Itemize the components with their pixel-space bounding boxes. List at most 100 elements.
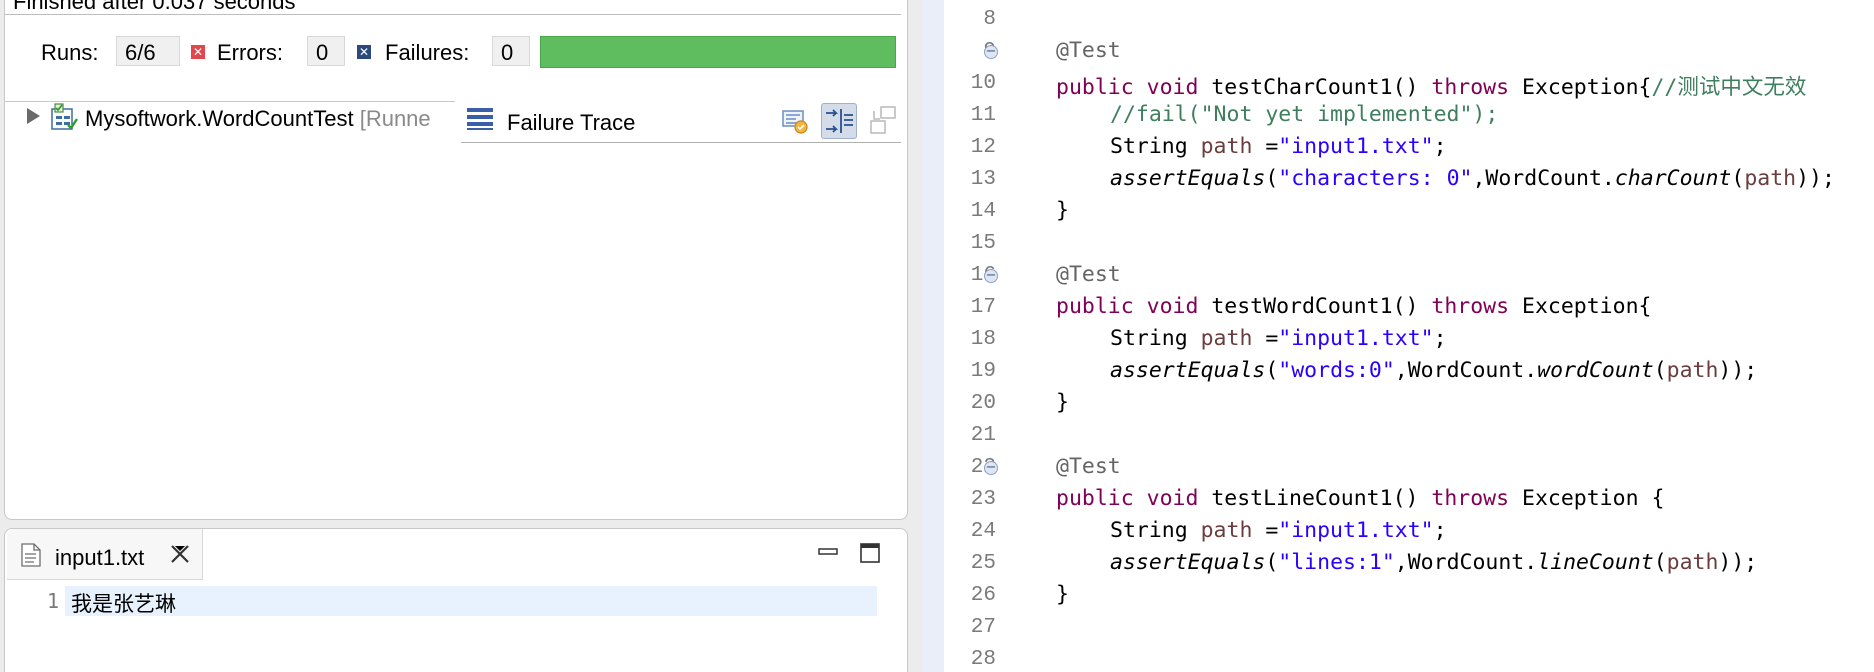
tree-item-label: Mysoftwork.WordCountTest [Runne bbox=[85, 106, 431, 132]
comment: //fail("Not yet implemented"); bbox=[1110, 102, 1499, 127]
errors-value: 0 bbox=[307, 36, 345, 66]
method-call: assertEquals bbox=[1110, 166, 1266, 191]
filter-stack-trace-button[interactable] bbox=[821, 103, 857, 139]
line-number: 24 bbox=[970, 520, 996, 543]
code-text: Exception{ bbox=[1509, 294, 1652, 319]
code-text: ; bbox=[1433, 134, 1447, 159]
line-number: 11 bbox=[970, 104, 996, 127]
method-call: wordCount bbox=[1537, 358, 1654, 383]
text-content[interactable]: 我是张艺琳 bbox=[71, 588, 176, 618]
variable: path bbox=[1666, 358, 1719, 383]
code-line: public void testLineCount1() throws Exce… bbox=[1056, 486, 1664, 516]
java-editor[interactable]: 8 9 10 11 12 13 14 15 16 17 18 19 20 21 … bbox=[922, 0, 1874, 672]
keyword: public bbox=[1056, 75, 1134, 100]
code-line: } bbox=[1056, 198, 1069, 228]
fold-collapse-icon[interactable]: − bbox=[984, 269, 998, 283]
compare-button[interactable] bbox=[777, 103, 813, 139]
divider bbox=[5, 14, 901, 15]
code-line: @Test bbox=[1056, 262, 1121, 292]
fold-collapse-icon[interactable]: − bbox=[984, 461, 998, 475]
keyword: void bbox=[1146, 486, 1199, 511]
line-number: 27 bbox=[970, 616, 996, 639]
line-number: 12 bbox=[970, 136, 996, 159]
junit-view: Finished after 0.037 seconds Runs: 6/6 ✕… bbox=[4, 0, 908, 520]
keyword: throws bbox=[1431, 75, 1510, 100]
stack-list-icon bbox=[467, 108, 493, 130]
runs-value: 6/6 bbox=[116, 36, 180, 66]
variable: path bbox=[1200, 134, 1253, 159]
line-number: 18 bbox=[970, 328, 996, 351]
code-line: String path ="input1.txt"; bbox=[1110, 518, 1447, 548]
string-literal: "characters: 0" bbox=[1278, 166, 1473, 191]
fold-collapse-icon[interactable]: − bbox=[984, 45, 998, 59]
code-text: )); bbox=[1718, 358, 1758, 383]
code-line: } bbox=[1056, 390, 1069, 420]
code-text: } bbox=[1056, 198, 1069, 223]
code-text: ,WordCount. bbox=[1394, 358, 1538, 383]
code-text: ( bbox=[1265, 550, 1279, 575]
code-text: )); bbox=[1796, 166, 1835, 191]
editor-tab-label: input1.txt bbox=[55, 545, 145, 570]
code-text: ( bbox=[1653, 358, 1667, 383]
keyword: public bbox=[1056, 486, 1134, 511]
compare-icon bbox=[782, 110, 808, 134]
line-number: 28 bbox=[970, 648, 996, 671]
code-line: } bbox=[1056, 582, 1069, 612]
filter-trace-icon bbox=[826, 109, 853, 133]
line-number: 21 bbox=[970, 424, 996, 447]
code-text: String bbox=[1110, 134, 1201, 159]
divider bbox=[461, 142, 901, 143]
code-line: assertEquals("characters: 0",WordCount.c… bbox=[1110, 166, 1835, 196]
method-call: assertEquals bbox=[1110, 550, 1266, 575]
line-number: 1 bbox=[47, 589, 60, 613]
code-text: ; bbox=[1433, 518, 1447, 543]
line-number: 25 bbox=[970, 552, 996, 575]
code-text: ,WordCount. bbox=[1394, 550, 1538, 575]
code-text: Exception{ bbox=[1509, 75, 1652, 100]
expand-arrow-icon[interactable] bbox=[27, 108, 40, 124]
editor-tab-input1[interactable]: input1.txt bbox=[7, 529, 203, 580]
method-signature: testLineCount1() bbox=[1198, 486, 1432, 511]
finished-status: Finished after 0.037 seconds bbox=[13, 0, 296, 14]
minimize-icon[interactable] bbox=[817, 542, 839, 564]
errors-label: Errors: bbox=[217, 40, 283, 65]
keyword: void bbox=[1146, 75, 1199, 100]
line-number: 14 bbox=[970, 200, 996, 223]
code-text: ( bbox=[1265, 166, 1279, 191]
runner-label: [Runne bbox=[359, 106, 431, 131]
code-text: Exception { bbox=[1509, 486, 1665, 511]
failure-icon: ✕ bbox=[357, 45, 371, 59]
suite-icon bbox=[51, 103, 78, 130]
current-line-highlight bbox=[65, 586, 877, 616]
code-text: ; bbox=[1433, 326, 1447, 351]
comment: //测试中文无效 bbox=[1651, 75, 1807, 100]
line-number: 10 bbox=[970, 72, 996, 95]
variable: path bbox=[1200, 326, 1253, 351]
code-text: = bbox=[1252, 518, 1279, 543]
line-number: 13 bbox=[970, 168, 996, 191]
code-line: assertEquals("lines:1",WordCount.lineCou… bbox=[1110, 550, 1757, 580]
code-text: } bbox=[1056, 582, 1069, 607]
string-literal: "input1.txt" bbox=[1278, 518, 1434, 543]
code-line: String path ="input1.txt"; bbox=[1110, 326, 1447, 356]
copy-trace-icon bbox=[870, 106, 896, 134]
line-number: 20 bbox=[970, 392, 996, 415]
keyword: public bbox=[1056, 294, 1134, 319]
code-text: = bbox=[1252, 134, 1279, 159]
copy-trace-button[interactable] bbox=[865, 103, 901, 139]
line-number: 23 bbox=[970, 488, 996, 511]
method-call: assertEquals bbox=[1110, 358, 1266, 383]
overview-ruler bbox=[922, 0, 944, 672]
maximize-icon[interactable] bbox=[859, 542, 881, 564]
annotation: @Test bbox=[1056, 262, 1121, 287]
close-icon[interactable] bbox=[169, 543, 191, 565]
code-text: = bbox=[1252, 326, 1279, 351]
test-tree-item[interactable]: Mysoftwork.WordCountTest [Runne bbox=[27, 103, 457, 133]
variable: path bbox=[1200, 518, 1253, 543]
line-number-gutter: 8 9 10 11 12 13 14 15 16 17 18 19 20 21 … bbox=[946, 0, 1002, 672]
code-text: ( bbox=[1731, 166, 1745, 191]
code-text: String bbox=[1110, 518, 1201, 543]
error-icon: ✕ bbox=[191, 45, 205, 59]
runs-label: Runs: bbox=[41, 40, 99, 65]
line-number: 8 bbox=[983, 8, 996, 31]
